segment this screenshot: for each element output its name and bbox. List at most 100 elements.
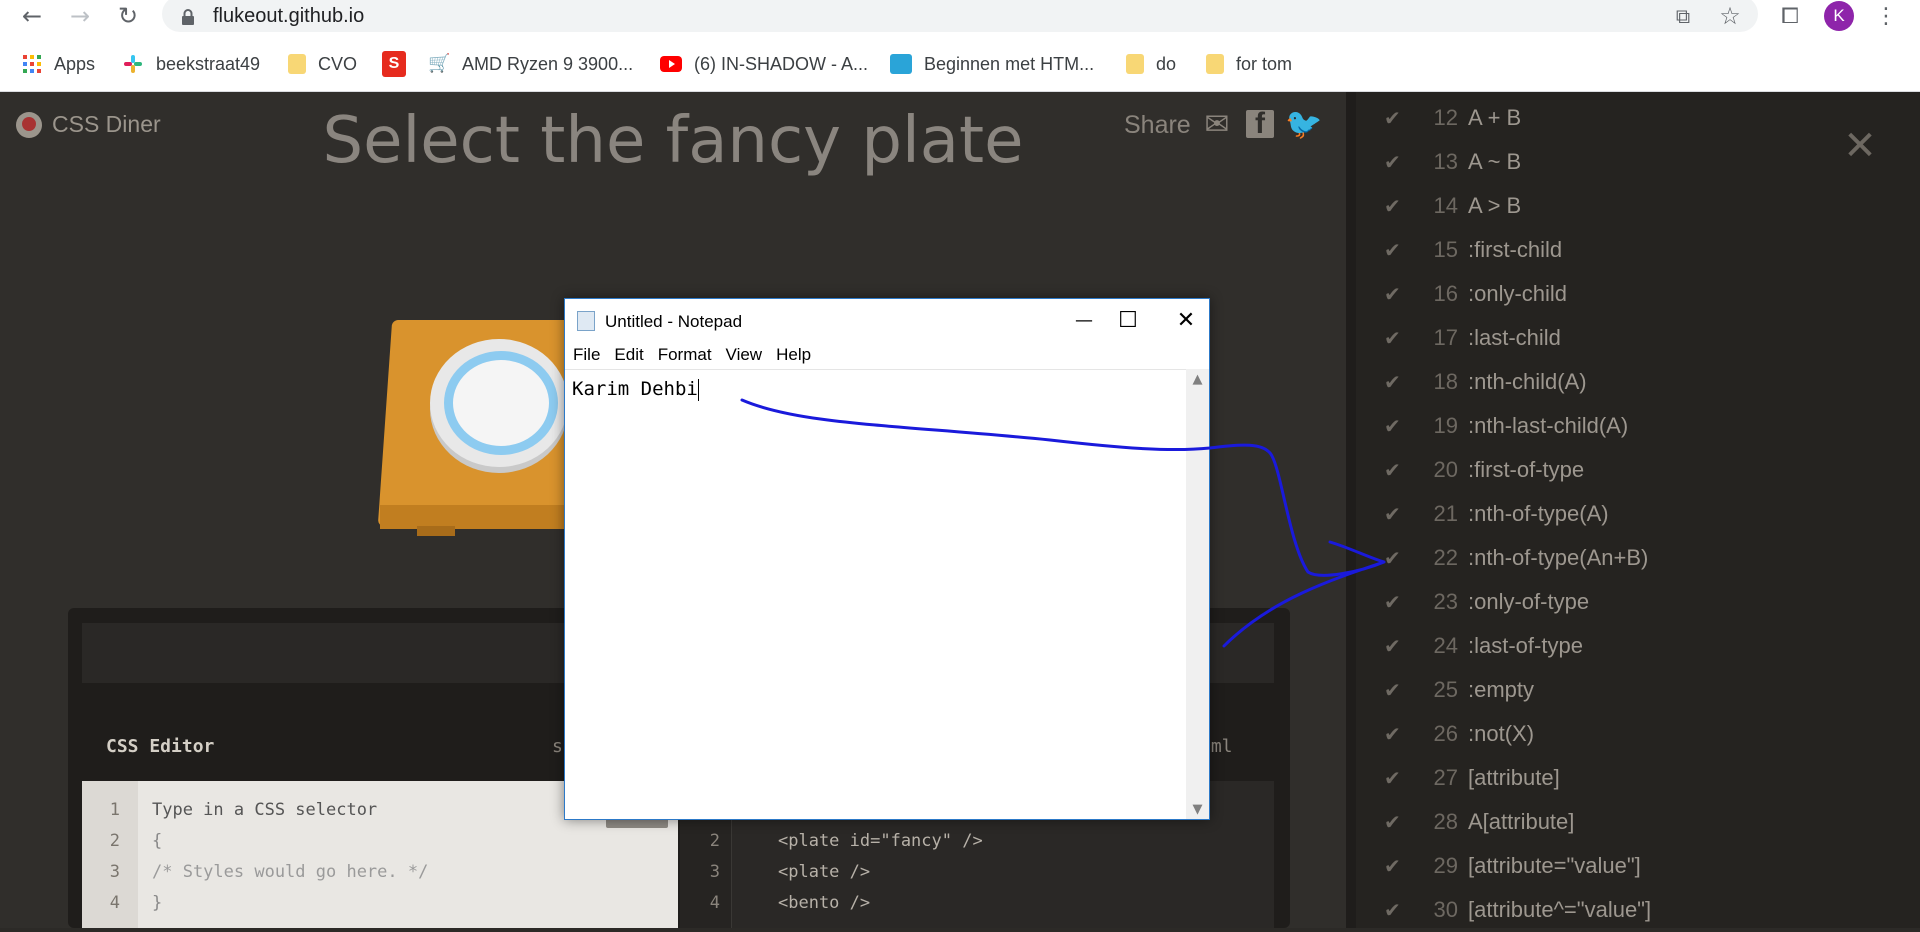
level-item-13[interactable]: ✔ 13 A ~ B xyxy=(1384,140,1521,184)
scroll-up-icon[interactable]: ▲ xyxy=(1186,369,1209,389)
close-icon[interactable]: ✕ xyxy=(1842,126,1878,166)
notepad-window[interactable]: Untitled - Notepad — ☐ ✕ File Edit Forma… xyxy=(564,298,1210,820)
extensions-icon[interactable]: ⧠ xyxy=(1774,2,1806,30)
level-item-25[interactable]: ✔ 25:empty xyxy=(1384,668,1534,712)
css-editor-subtitle: s xyxy=(552,736,563,757)
line-number: 1 xyxy=(109,800,120,820)
menu-format[interactable]: Format xyxy=(658,345,712,365)
menu-edit[interactable]: Edit xyxy=(614,345,643,365)
level-item-28[interactable]: ✔ 28 A[attribute] xyxy=(1384,800,1574,844)
table-leg xyxy=(417,526,455,536)
level-item-18[interactable]: ✔ 18:nth-child(A) xyxy=(1384,360,1587,404)
level-item-22[interactable]: ✔ 22:nth-of-type(An+B) xyxy=(1384,536,1648,580)
level-item-16[interactable]: ✔ 16:only-child xyxy=(1384,272,1567,316)
bookmark-in-shadow[interactable]: (6) IN-SHADOW - A... xyxy=(660,50,868,78)
checkmark-icon: ✔ xyxy=(1384,414,1401,438)
youtube-icon xyxy=(660,56,682,72)
css-editor-title: CSS Editor xyxy=(106,736,215,757)
bookmark-label: do xyxy=(1156,53,1177,74)
level-number: 12 xyxy=(1433,105,1458,130)
maximize-icon[interactable]: ☐ xyxy=(1105,299,1151,341)
bookmark-label: for tom xyxy=(1236,53,1293,74)
level-item-24[interactable]: ✔ 24:last-of-type xyxy=(1384,624,1583,668)
level-item-29[interactable]: ✔ 29 [attribute="value"] xyxy=(1384,844,1641,888)
level-item-19[interactable]: ✔ 19 :nth-last-child(A) xyxy=(1384,404,1628,448)
notepad-menubar: File Edit Format View Help xyxy=(565,341,1209,369)
level-number: 30 xyxy=(1433,897,1458,922)
level-label: :not(X) xyxy=(1468,721,1535,746)
text-caret xyxy=(697,378,699,401)
bookmark-beginnen-met-html[interactable]: Beginnen met HTM... xyxy=(890,50,1094,78)
menu-kebab-icon[interactable]: ⋮ xyxy=(1870,2,1902,30)
level-item-17[interactable]: ✔ 17:last-child xyxy=(1384,316,1561,360)
slack-icon xyxy=(124,55,142,73)
close-icon[interactable]: ✕ xyxy=(1163,299,1209,341)
notepad-text-area[interactable]: Karim Dehbi xyxy=(565,369,1186,819)
level-number: 24 xyxy=(1433,633,1458,658)
level-item-14[interactable]: ✔ 14 A > B xyxy=(1384,184,1521,228)
menu-help[interactable]: Help xyxy=(776,345,811,365)
line-number: 2 xyxy=(709,831,720,851)
translate-icon[interactable]: ⧉ xyxy=(1667,2,1699,30)
html-code-line[interactable]: <plate id="fancy" /> xyxy=(778,831,983,851)
level-number: 19 xyxy=(1433,413,1458,438)
notepad-title: Untitled - Notepad xyxy=(605,312,743,331)
bookmark-do[interactable]: do xyxy=(1126,50,1176,78)
level-number: 18 xyxy=(1433,369,1458,394)
fancy-plate-rim xyxy=(444,351,558,455)
level-label: A[attribute] xyxy=(1468,809,1575,834)
html-code-line[interactable]: <plate /> xyxy=(778,862,870,882)
level-item-26[interactable]: ✔ 26:not(X) xyxy=(1384,712,1534,756)
level-heading: Select the fancy plate xyxy=(322,104,1024,178)
bookmark-s[interactable]: S xyxy=(382,50,418,78)
line-number: 4 xyxy=(109,893,120,913)
level-item-20[interactable]: ✔ 20:first-of-type xyxy=(1384,448,1584,492)
checkmark-icon: ✔ xyxy=(1384,546,1401,570)
css-input[interactable]: Type in a CSS selector xyxy=(152,800,377,820)
level-item-23[interactable]: ✔ 23:only-of-type xyxy=(1384,580,1589,624)
profile-avatar[interactable]: K xyxy=(1824,1,1854,31)
address-bar[interactable] xyxy=(162,0,1758,32)
level-label: :nth-last-child(A) xyxy=(1468,413,1629,438)
level-item-27[interactable]: ✔ 27 [attribute] xyxy=(1384,756,1560,800)
notepad-titlebar[interactable]: Untitled - Notepad — ☐ ✕ xyxy=(565,299,1209,341)
level-label: [attribute="value"] xyxy=(1468,853,1641,878)
level-number: 16 xyxy=(1433,281,1458,306)
bookmark-label: AMD Ryzen 9 3900... xyxy=(462,53,634,74)
back-arrow-icon[interactable]: ← xyxy=(16,0,48,32)
level-label: A > B xyxy=(1468,193,1522,218)
level-label: :only-child xyxy=(1468,281,1568,306)
minimize-icon[interactable]: — xyxy=(1061,299,1107,341)
level-number: 14 xyxy=(1433,193,1458,218)
level-number: 15 xyxy=(1433,237,1458,262)
level-item-12[interactable]: ✔ 12 A + B xyxy=(1384,96,1521,140)
bookmark-apps[interactable]: Apps xyxy=(22,50,95,78)
browser-toolbar: ← → ↻ flukeout.github.io ⧉ ☆ ⧠ K ⋮ xyxy=(0,0,1920,32)
menu-file[interactable]: File xyxy=(573,345,600,365)
star-icon[interactable]: ☆ xyxy=(1714,2,1746,30)
scroll-down-icon[interactable]: ▼ xyxy=(1186,799,1209,819)
lock-icon[interactable] xyxy=(180,8,196,26)
vertical-scrollbar[interactable]: ▲ ▼ xyxy=(1186,369,1209,819)
forward-arrow-icon[interactable]: → xyxy=(64,0,96,32)
checkmark-icon: ✔ xyxy=(1384,634,1401,658)
checkmark-icon: ✔ xyxy=(1384,678,1401,702)
url-text[interactable]: flukeout.github.io xyxy=(213,5,364,28)
checkmark-icon: ✔ xyxy=(1384,810,1401,834)
html-code-line[interactable]: <bento /> xyxy=(778,893,870,913)
bookmark-amd-ryzen[interactable]: 🛒 AMD Ryzen 9 3900... xyxy=(428,50,633,78)
level-item-30[interactable]: ✔ 30 [attribute^="value"] xyxy=(1384,888,1651,932)
bookmark-for-tom[interactable]: for tom xyxy=(1206,50,1292,78)
bookmark-label: Apps xyxy=(54,53,96,74)
menu-view[interactable]: View xyxy=(726,345,763,365)
level-number: 20 xyxy=(1433,457,1458,482)
css-code-line: { xyxy=(152,831,163,851)
bookmark-cvo[interactable]: CVO xyxy=(288,50,357,78)
level-number: 17 xyxy=(1433,325,1458,350)
reload-icon[interactable]: ↻ xyxy=(112,0,144,32)
bookmark-beekstraat49[interactable]: beekstraat49 xyxy=(122,50,260,78)
level-item-15[interactable]: ✔ 15:first-child xyxy=(1384,228,1562,272)
level-label: [attribute] xyxy=(1468,765,1560,790)
line-number: 3 xyxy=(709,862,720,882)
level-item-21[interactable]: ✔ 21:nth-of-type(A) xyxy=(1384,492,1609,536)
